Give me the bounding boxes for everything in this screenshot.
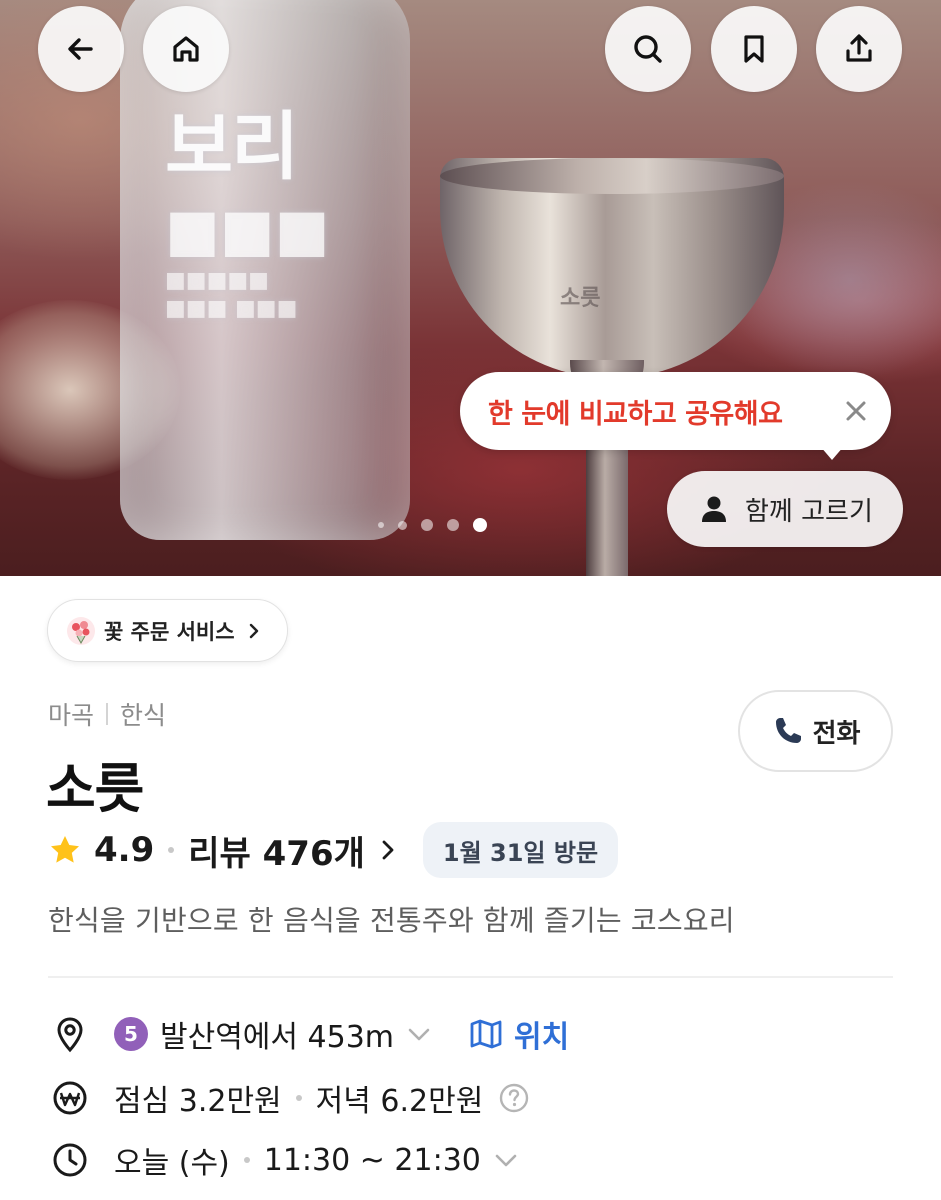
location-pin-icon [57, 1017, 83, 1053]
dinner-price: 저녁 6.2만원 [315, 1084, 484, 1119]
person-icon [702, 496, 726, 522]
home-icon [173, 36, 199, 62]
share-icon [846, 34, 872, 62]
choose-together-button[interactable]: 함께 고르기 [667, 471, 903, 547]
flower-order-service-chip[interactable]: 꽃 주문 서비스 [47, 599, 288, 662]
home-button[interactable] [143, 6, 229, 92]
hero-bottle-label: 보리 ■■■ ■■■■■ ■■■ ■■■ [165, 104, 330, 322]
place-cuisine: 한식 [120, 701, 167, 730]
won-currency-icon [53, 1081, 87, 1115]
share-button[interactable] [816, 6, 902, 92]
separator-dot [243, 1157, 250, 1163]
category-divider [106, 703, 109, 725]
map-icon [470, 1019, 502, 1049]
flower-order-label: 꽃 주문 서비스 [104, 619, 235, 644]
location-row: 5 발산역에서 453m 위치 [48, 1012, 569, 1056]
carousel-dot [398, 520, 407, 530]
rating-value: 4.9 [94, 830, 155, 870]
hero-cup-rim [440, 158, 784, 194]
back-arrow-icon [68, 38, 93, 60]
tooltip-tail [820, 446, 844, 460]
flower-bouquet-icon [67, 616, 95, 645]
subway-line-badge: 5 [114, 1017, 148, 1051]
choose-together-label: 함께 고르기 [745, 496, 873, 527]
review-count-link[interactable]: 리뷰 476개 [188, 826, 365, 875]
back-button[interactable] [38, 6, 124, 92]
price-row: 점심 3.2만원 저녁 6.2만원 [48, 1076, 531, 1120]
today-label: 오늘 (수) [114, 1146, 230, 1181]
call-button[interactable]: 전화 [738, 690, 893, 772]
chevron-right-icon [382, 840, 394, 860]
carousel-dot [378, 522, 384, 528]
bookmark-button[interactable] [711, 6, 797, 92]
section-divider [48, 976, 893, 978]
rating-row: 4.9 리뷰 476개 1월 31일 방문 [48, 822, 619, 878]
hours-row: 오늘 (수) 11:30 ~ 21:30 [48, 1138, 521, 1182]
place-area: 마곡 [48, 701, 95, 730]
place-category: 마곡 한식 [48, 696, 166, 732]
separator-dot [295, 1095, 302, 1101]
search-button[interactable] [605, 6, 691, 92]
place-title: 소릇 [46, 757, 144, 820]
call-label: 전화 [812, 718, 861, 749]
chevron-right-icon [249, 623, 258, 638]
bookmark-icon [744, 35, 764, 63]
tooltip-text: 한 눈에 비교하고 공유해요 [488, 398, 783, 430]
close-icon[interactable] [841, 396, 871, 426]
place-description: 한식을 기반으로 한 음식을 전통주와 함께 즐기는 코스요리 [48, 904, 735, 937]
clock-icon [53, 1143, 87, 1177]
compare-share-tooltip: 한 눈에 비교하고 공유해요 [460, 372, 891, 450]
carousel-dot [421, 519, 433, 531]
help-icon[interactable] [497, 1081, 531, 1115]
carousel-dot-active [473, 518, 487, 532]
search-icon [634, 35, 662, 63]
visit-date-badge: 1월 31일 방문 [422, 822, 619, 878]
star-icon [51, 836, 79, 863]
business-hours[interactable]: 11:30 ~ 21:30 [264, 1143, 481, 1178]
chevron-down-icon[interactable] [491, 1145, 521, 1175]
carousel-indicator [378, 518, 487, 532]
hero-cup-logo: 소릇 [560, 286, 601, 311]
map-location-label: 위치 [514, 1020, 570, 1055]
phone-icon [775, 718, 801, 743]
lunch-price: 점심 3.2만원 [114, 1084, 282, 1119]
separator-dot [168, 847, 175, 853]
map-location-link[interactable]: 위치 [468, 1012, 569, 1056]
station-distance[interactable]: 발산역에서 453m [160, 1012, 394, 1056]
carousel-dot [447, 519, 459, 531]
chevron-down-icon[interactable] [404, 1019, 434, 1049]
